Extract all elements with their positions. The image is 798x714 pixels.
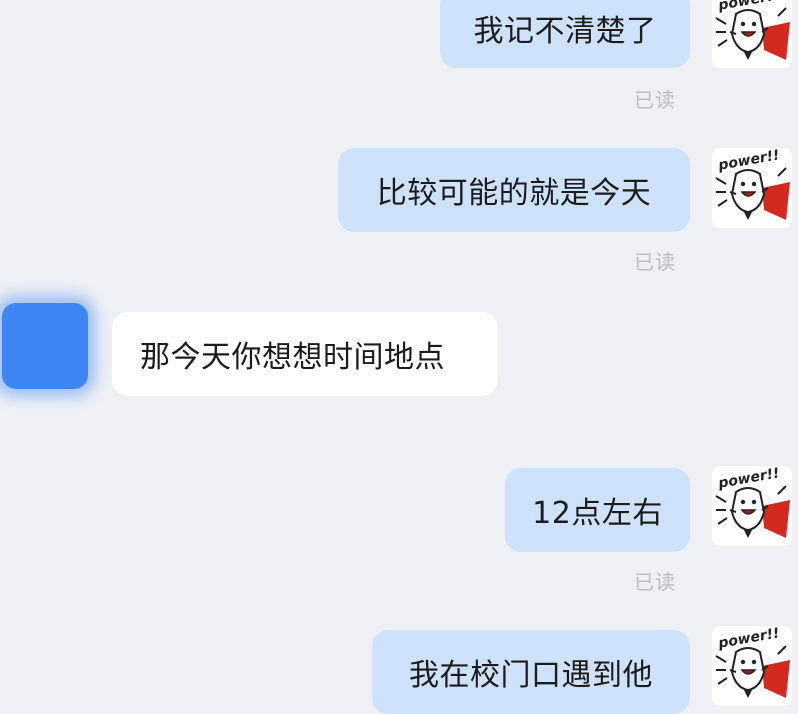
read-status: 已读 (634, 250, 676, 274)
self-avatar-icon[interactable]: power!! (712, 466, 792, 546)
message-bubble-self[interactable]: 12点左右 (505, 468, 690, 552)
self-avatar-icon[interactable]: power!! (712, 148, 792, 228)
self-avatar-icon[interactable]: power!! (712, 0, 792, 68)
message-text: 12点左右 (532, 496, 663, 531)
contact-avatar[interactable] (2, 303, 88, 389)
message-text: 那今天你想想时间地点 (140, 340, 445, 375)
message-bubble-self[interactable]: 比较可能的就是今天 (338, 148, 690, 232)
message-text: 我在校门口遇到他 (409, 658, 653, 693)
message-bubble-other[interactable]: 那今天你想想时间地点 (112, 312, 498, 396)
read-status: 已读 (634, 570, 676, 594)
message-bubble-self[interactable]: 我记不清楚了 (440, 0, 690, 68)
message-bubble-self[interactable]: 我在校门口遇到他 (372, 630, 690, 714)
read-status: 已读 (634, 88, 676, 112)
message-text: 比较可能的就是今天 (376, 176, 652, 211)
message-text: 我记不清楚了 (473, 14, 657, 49)
self-avatar-icon[interactable]: power!! (712, 626, 792, 706)
